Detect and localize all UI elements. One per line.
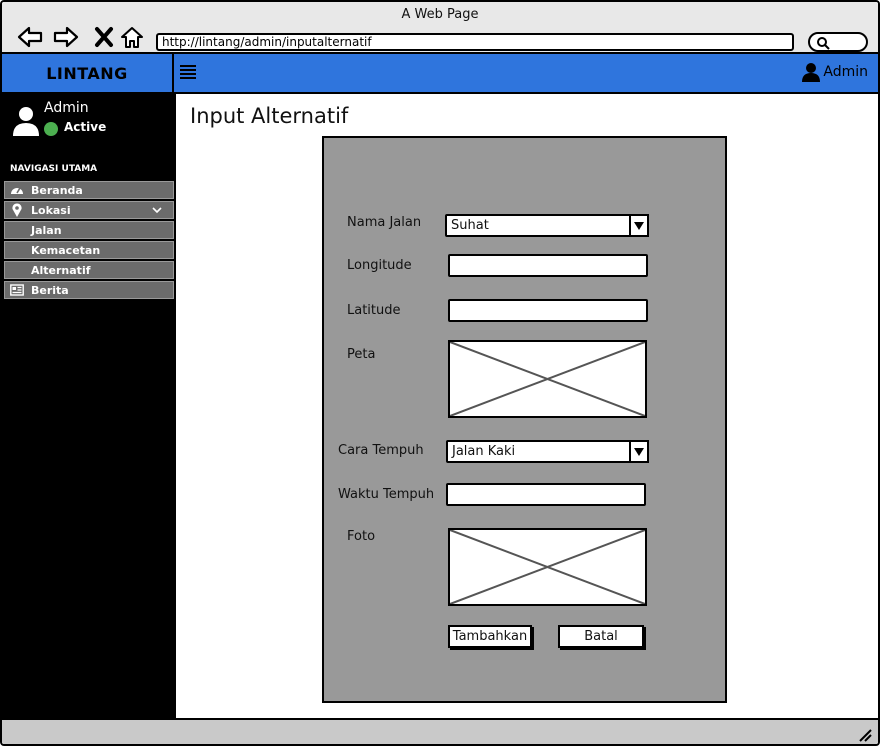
sidebar: Admin Active NAVIGASI UTAMA Beranda Loka… bbox=[2, 94, 176, 718]
dropdown-arrow-icon[interactable] bbox=[629, 440, 649, 463]
status-text: Active bbox=[64, 120, 107, 134]
header-user-menu[interactable]: Admin bbox=[801, 62, 868, 82]
sidebar-item-berita[interactable]: Berita bbox=[4, 281, 174, 299]
header-user-label: Admin bbox=[823, 64, 868, 80]
back-arrow-icon[interactable] bbox=[16, 24, 44, 50]
search-button[interactable] bbox=[808, 32, 868, 52]
user-panel: Admin Active bbox=[10, 100, 170, 140]
close-icon[interactable] bbox=[90, 24, 118, 50]
longitude-input[interactable] bbox=[448, 254, 648, 277]
sidebar-item-lokasi[interactable]: Lokasi bbox=[4, 201, 174, 219]
search-icon bbox=[817, 37, 830, 50]
sidebar-item-label: Jalan bbox=[31, 223, 62, 237]
nama-jalan-select[interactable]: Suhat bbox=[445, 214, 649, 237]
sidebar-item-label: Berita bbox=[31, 283, 69, 297]
foto-label: Foto bbox=[347, 529, 376, 544]
sidebar-item-label: Lokasi bbox=[31, 203, 71, 217]
avatar bbox=[13, 107, 39, 136]
home-icon[interactable] bbox=[118, 24, 146, 50]
waktu-tempuh-label: Waktu Tempuh bbox=[338, 487, 435, 502]
cara-tempuh-value: Jalan Kaki bbox=[452, 444, 516, 459]
cara-tempuh-label: Cara Tempuh bbox=[338, 443, 424, 458]
tambahkan-button[interactable]: Tambahkan bbox=[448, 625, 532, 648]
browser-toolbar: A Web Page http://lintang/admin/inputalt… bbox=[2, 2, 878, 52]
waktu-tempuh-input[interactable] bbox=[446, 483, 646, 506]
sidebar-item-label: Beranda bbox=[31, 183, 83, 197]
longitude-label: Longitude bbox=[347, 258, 412, 273]
nama-jalan-label: Nama Jalan bbox=[347, 215, 422, 230]
nama-jalan-value: Suhat bbox=[451, 218, 489, 233]
chevron-down-icon[interactable] bbox=[151, 204, 163, 216]
dropdown-arrow-icon[interactable] bbox=[629, 214, 649, 237]
nav-heading: NAVIGASI UTAMA bbox=[10, 164, 98, 174]
forward-arrow-icon[interactable] bbox=[52, 24, 80, 50]
input-alternatif-form: Nama Jalan Suhat Longitude Latitude Peta… bbox=[322, 136, 727, 703]
app-header: LINTANG Admin bbox=[2, 52, 878, 94]
resize-grip-icon[interactable] bbox=[858, 728, 872, 742]
browser-window: A Web Page http://lintang/admin/inputalt… bbox=[0, 0, 880, 746]
brand-logo[interactable]: LINTANG bbox=[2, 54, 174, 92]
newspaper-icon bbox=[9, 283, 25, 297]
url-input[interactable]: http://lintang/admin/inputalternatif bbox=[156, 33, 794, 51]
sidebar-item-jalan[interactable]: Jalan bbox=[4, 221, 174, 239]
latitude-input[interactable] bbox=[448, 299, 648, 322]
dashboard-icon bbox=[9, 183, 25, 197]
status-indicator bbox=[44, 122, 58, 136]
user-icon bbox=[802, 63, 821, 82]
batal-button[interactable]: Batal bbox=[558, 625, 644, 648]
main-content: Input Alternatif Nama Jalan Suhat Longit… bbox=[176, 94, 878, 718]
sidebar-item-label: Kemacetan bbox=[31, 243, 101, 257]
menu-toggle-icon[interactable] bbox=[180, 65, 196, 79]
sidebar-user-name: Admin bbox=[44, 100, 89, 116]
map-pin-icon bbox=[9, 203, 25, 217]
cara-tempuh-select[interactable]: Jalan Kaki bbox=[446, 440, 649, 463]
sidebar-item-label: Alternatif bbox=[31, 263, 91, 277]
sidebar-item-alternatif[interactable]: Alternatif bbox=[4, 261, 174, 279]
peta-label: Peta bbox=[347, 347, 376, 362]
window-title: A Web Page bbox=[401, 7, 479, 22]
photo-placeholder[interactable] bbox=[448, 528, 647, 606]
page-title: Input Alternatif bbox=[190, 104, 349, 128]
map-placeholder[interactable] bbox=[448, 340, 647, 418]
latitude-label: Latitude bbox=[347, 303, 401, 318]
sidebar-item-kemacetan[interactable]: Kemacetan bbox=[4, 241, 174, 259]
status-bar bbox=[2, 718, 878, 744]
sidebar-item-beranda[interactable]: Beranda bbox=[4, 181, 174, 199]
